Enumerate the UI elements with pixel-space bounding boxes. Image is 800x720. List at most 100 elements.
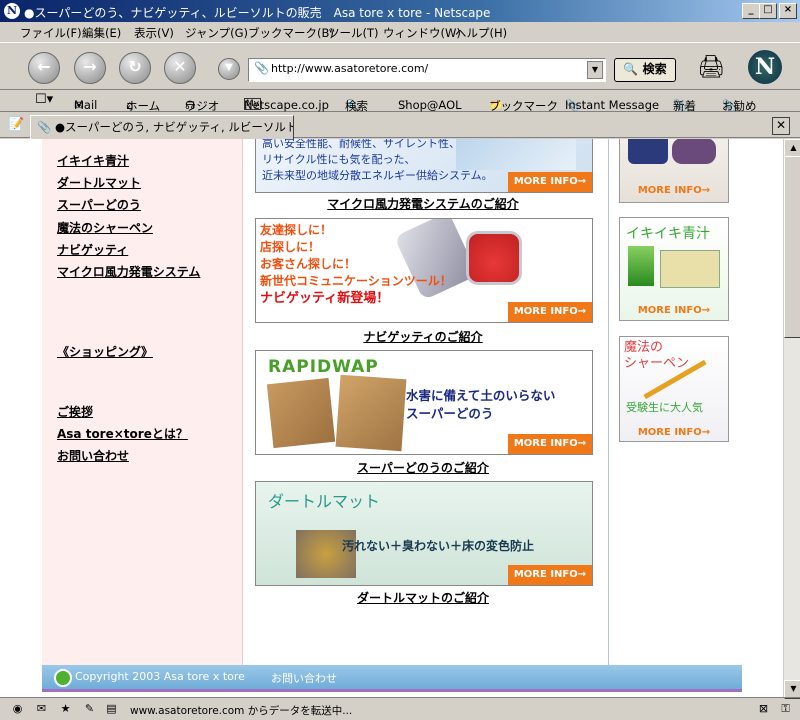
maximize-button[interactable]: □ bbox=[759, 3, 777, 19]
aojiru-box-image bbox=[660, 250, 720, 288]
vertical-scrollbar[interactable]: ▲ ▼ bbox=[783, 139, 800, 699]
security-lock-icon: ⚿ bbox=[781, 702, 790, 715]
footer-contact-link[interactable]: お問い合わせ bbox=[271, 670, 337, 686]
sharpen-title-line: シャーペン bbox=[624, 356, 690, 371]
nav-link-aojiru[interactable]: イキイキ青汁 bbox=[57, 152, 129, 169]
stop-button[interactable]: ✕ bbox=[164, 52, 196, 84]
address-book-icon[interactable]: ▤ bbox=[104, 702, 119, 715]
more-info-link[interactable]: MORE INFO→ bbox=[620, 305, 728, 316]
url-bar[interactable]: 📎 http://www.asatoretore.com/ ▼ bbox=[248, 58, 606, 82]
forward-arrow-icon: → bbox=[83, 57, 97, 76]
netscape-status-icon[interactable]: ◉ bbox=[10, 702, 25, 715]
aim-icon[interactable]: ★ bbox=[58, 702, 73, 715]
nav-link-about[interactable]: Asa tore×toreとは？ bbox=[57, 425, 188, 442]
banner-line: 高い安全性能、耐候性、サイレント性、 bbox=[262, 139, 460, 150]
nav-link-navigetty[interactable]: ナビゲッティ bbox=[57, 241, 128, 258]
menu-window[interactable]: ウィンドウ(W) bbox=[383, 25, 461, 41]
more-info-button[interactable]: MORE INFO→ bbox=[508, 302, 592, 322]
site-logo-icon bbox=[54, 669, 72, 687]
status-text: www.asatoretore.com からデータを転送中... bbox=[130, 705, 353, 717]
menu-bar: ファイル(F) 編集(E) 表示(V) ジャンプ(G) ブックマーク(B) ツー… bbox=[0, 22, 800, 42]
banner-line: リサイクル性にも気を配った、 bbox=[262, 153, 416, 166]
aojiru-thumbnail[interactable]: イキイキ青汁 MORE INFO→ bbox=[619, 217, 729, 321]
close-window-button[interactable]: × bbox=[779, 3, 797, 19]
reload-icon: ↻ bbox=[128, 57, 142, 76]
menu-bookmarks[interactable]: ブックマーク(B) bbox=[248, 25, 334, 41]
personal-toolbar: ☐▾ ✉ Mail ⌂ ホーム ☊ ラジオ My Netscape.co.jp … bbox=[0, 90, 800, 113]
menu-tools[interactable]: ツール(T) bbox=[328, 25, 379, 41]
mail-icon[interactable]: ✉ bbox=[34, 702, 49, 715]
wind-power-caption[interactable]: マイクロ風力発電システムのご紹介 bbox=[255, 195, 591, 212]
banner-line: お客さん探しに！ bbox=[260, 257, 357, 271]
new-tab-icon[interactable]: 📝 bbox=[8, 117, 24, 132]
wind-power-banner[interactable]: 高い安全性能、耐候性、サイレント性、 リサイクル性にも気を配った、 近未来型の地… bbox=[255, 139, 593, 193]
print-button[interactable]: 🖨 bbox=[697, 55, 725, 80]
bookmark-label: Shop@AOL bbox=[398, 98, 462, 112]
bookmark-label: Instant Message bbox=[565, 98, 660, 112]
more-info-button[interactable]: MORE INFO→ bbox=[508, 172, 592, 192]
composer-icon[interactable]: ✎ bbox=[82, 702, 97, 715]
super-donou-banner[interactable]: RAPIDWAP 水害に備えて土のいらない スーパーどのう MORE INFO→ bbox=[255, 350, 593, 455]
menu-file[interactable]: ファイル(F) bbox=[20, 25, 82, 41]
nav-link-dartle-mat[interactable]: ダートルマット bbox=[57, 174, 141, 191]
menu-help[interactable]: ヘルプ(H) bbox=[455, 25, 507, 41]
back-button[interactable]: ← bbox=[28, 52, 60, 84]
left-navigation: イキイキ青汁 ダートルマット スーパーどのう 魔法のシャーペン ナビゲッティ マ… bbox=[42, 139, 243, 665]
dartle-mat-tagline: 汚れない＋臭わない＋床の変色防止 bbox=[342, 539, 535, 553]
menu-jump[interactable]: ジャンプ(G) bbox=[185, 25, 248, 41]
sandbag-image-2 bbox=[335, 374, 407, 452]
sharpen-title: 魔法の シャーペン bbox=[624, 340, 689, 372]
dartle-mat-banner[interactable]: ダートルマット 汚れない＋臭わない＋床の変色防止 MORE INFO→ bbox=[255, 481, 593, 586]
forward-button[interactable]: → bbox=[74, 52, 106, 84]
super-donou-caption[interactable]: スーパーどのうのご紹介 bbox=[255, 459, 591, 476]
dartle-mat-title: ダートルマット bbox=[268, 492, 381, 511]
nav-link-magic-sharpen[interactable]: 魔法のシャーペン bbox=[57, 219, 153, 236]
netscape-logo[interactable]: N bbox=[748, 50, 782, 84]
tab-new-icon[interactable]: ☐▾ bbox=[35, 92, 53, 107]
tab-bar: 📝 📎 ●スーパーどのう, ナビゲッティ, ルビーソルトの... ✕ bbox=[0, 112, 800, 145]
navigetty-caption[interactable]: ナビゲッティのご紹介 bbox=[255, 328, 591, 345]
url-dropdown-icon[interactable]: ▼ bbox=[587, 61, 603, 79]
netscape-app-icon[interactable]: N bbox=[4, 3, 20, 19]
minimize-button[interactable]: _ bbox=[742, 3, 760, 19]
more-info-button[interactable]: MORE INFO→ bbox=[508, 565, 592, 585]
printer-icon: 🖨 bbox=[697, 55, 725, 80]
nav-link-contact[interactable]: お問い合わせ bbox=[57, 447, 129, 464]
banner-line: 友達探しに！ bbox=[260, 223, 333, 237]
url-input[interactable]: http://www.asatoretore.com/ bbox=[271, 62, 428, 75]
nav-link-shopping[interactable]: 《ショッピング》 bbox=[57, 343, 153, 360]
banner-line: 店探しに！ bbox=[260, 240, 321, 254]
search-button[interactable]: 🔍 検索 bbox=[614, 58, 676, 82]
navigetty-device-image bbox=[466, 231, 522, 285]
reload-button[interactable]: ↻ bbox=[119, 52, 151, 84]
main-column: 高い安全性能、耐候性、サイレント性、 リサイクル性にも気を配った、 近未来型の地… bbox=[243, 139, 608, 665]
magic-sharpen-thumbnail[interactable]: 魔法の シャーペン 受験生に大人気 MORE INFO→ bbox=[619, 336, 729, 442]
banner-line: 新世代コミュニケーションツール！ bbox=[260, 274, 452, 288]
salt-image bbox=[672, 139, 716, 164]
menu-view[interactable]: 表示(V) bbox=[134, 25, 174, 41]
copyright-text: Copyright 2003 Asa tore x tore bbox=[75, 670, 245, 683]
rapidwap-brand: RAPIDWAP bbox=[268, 357, 379, 377]
navigation-toolbar: ← → ↻ ✕ ▼ 📎 http://www.asatoretore.com/ … bbox=[0, 42, 800, 90]
more-info-button[interactable]: MORE INFO→ bbox=[508, 434, 592, 454]
aojiru-title: イキイキ青汁 bbox=[626, 226, 710, 242]
close-tab-button[interactable]: ✕ bbox=[772, 117, 790, 135]
banner-line: 近未来型の地域分散エネルギー供給システム。 bbox=[262, 169, 493, 182]
scrollbar-thumb[interactable] bbox=[784, 156, 800, 338]
history-dropdown-button[interactable]: ▼ bbox=[218, 58, 240, 80]
nav-link-wind-power[interactable]: マイクロ風力発電システム bbox=[57, 263, 200, 280]
sharpen-title-line: 魔法の bbox=[624, 340, 664, 355]
navigetty-banner[interactable]: 友達探しに！ 店探しに！ お客さん探しに！ 新世代コミュニケーションツール！ ナ… bbox=[255, 218, 593, 323]
page-proxy-icon: 📎 bbox=[254, 61, 269, 75]
ruby-salt-thumbnail[interactable]: MORE INFO→ bbox=[619, 139, 729, 203]
menu-edit[interactable]: 編集(E) bbox=[82, 25, 121, 41]
nav-link-super-donou[interactable]: スーパーどのう bbox=[57, 196, 141, 213]
nav-link-greeting[interactable]: ご挨拶 bbox=[57, 403, 93, 420]
dartle-mat-caption[interactable]: ダートルマットのご紹介 bbox=[255, 589, 591, 606]
connection-icon: ⊠ bbox=[758, 702, 769, 715]
tab-title: ●スーパーどのう, ナビゲッティ, ルビーソルトの... bbox=[54, 120, 294, 134]
bookmark-label: Mail bbox=[74, 98, 98, 112]
more-info-link[interactable]: MORE INFO→ bbox=[620, 427, 728, 438]
more-info-link[interactable]: MORE INFO→ bbox=[620, 185, 728, 196]
chevron-down-icon: ▼ bbox=[225, 62, 233, 73]
